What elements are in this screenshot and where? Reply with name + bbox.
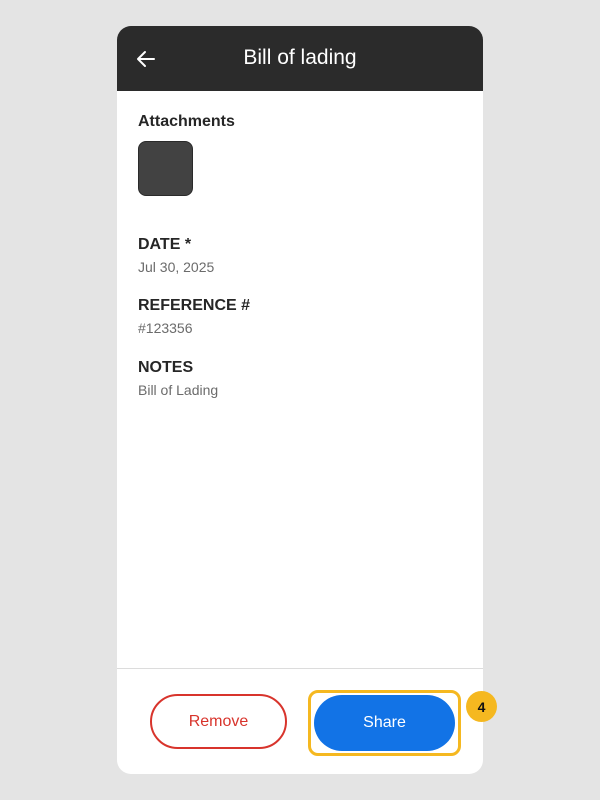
- date-value: Jul 30, 2025: [138, 259, 215, 275]
- notes-label: NOTES: [138, 359, 194, 376]
- notes-value: Bill of Lading: [138, 382, 219, 398]
- step-number-badge: 4: [466, 691, 497, 722]
- page-title: Bill of lading: [243, 46, 357, 69]
- reference-label: REFERENCE #: [138, 297, 251, 314]
- attachment-thumbnail[interactable]: [138, 141, 193, 196]
- remove-button[interactable]: Remove: [150, 694, 287, 749]
- attachments-label: Attachments: [138, 113, 235, 130]
- app-screen: Bill of lading Attachments DATE * Jul 30…: [117, 26, 483, 774]
- footer-divider: [117, 668, 483, 669]
- app-bar: Bill of lading: [117, 26, 483, 91]
- reference-value: #123356: [138, 320, 193, 336]
- share-button[interactable]: Share: [314, 695, 455, 751]
- date-label: DATE *: [138, 236, 192, 253]
